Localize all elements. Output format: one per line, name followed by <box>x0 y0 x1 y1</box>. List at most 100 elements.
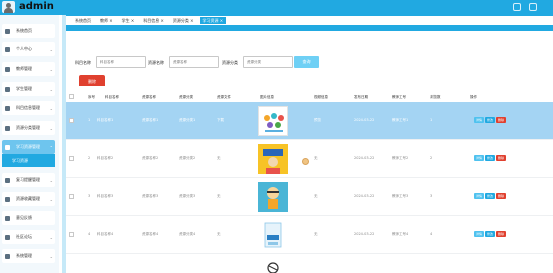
edit-button[interactable]: 修改 <box>485 117 496 123</box>
sidebar-subitem-label: 学习资源 <box>12 157 28 163</box>
chevron-down-icon: ⌄ <box>49 234 53 240</box>
mouse-cursor <box>302 158 309 165</box>
avatar[interactable] <box>2 1 15 13</box>
edit-button[interactable]: 修改 <box>485 193 496 199</box>
cell-date: 2024-03-22 <box>354 118 375 122</box>
cell-file-download-link[interactable]: 下载 <box>217 118 224 123</box>
sidebar-item-system[interactable]: 系统管理 ⌄ <box>2 249 55 263</box>
home-icon[interactable] <box>513 3 521 11</box>
tab-students[interactable]: 学生 × <box>119 17 138 24</box>
table-row[interactable]: 3 科目名称3 资源名称3 资源分类3 无 无 2024-03-22 教师工号3… <box>66 178 553 216</box>
cell-subject: 科目名称4 <box>97 232 114 236</box>
top-header: admin <box>0 0 553 15</box>
sidebar-item-review-reminders[interactable]: 复习提醒管理 ⌄ <box>2 173 55 187</box>
row-checkbox[interactable] <box>69 232 74 237</box>
row-checkbox[interactable] <box>69 118 74 123</box>
sidebar-item-resource-categories[interactable]: 资源分类管理 ⌄ <box>2 121 55 135</box>
edit-button[interactable]: 修改 <box>485 155 496 161</box>
sidebar-item-home[interactable]: 系统首页 <box>2 24 55 38</box>
thumbnail-graphic <box>267 187 279 209</box>
cell-resource: 资源名称1 <box>142 118 159 122</box>
cell-teacher: 教师工号2 <box>392 156 409 160</box>
forum-icon <box>5 234 10 240</box>
cell-file: 无 <box>217 194 221 198</box>
cell-video: 无 <box>314 232 318 236</box>
table-row[interactable]: 2 科目名称2 资源名称2 资源分类2 无 无 2024-03-22 教师工号2… <box>66 140 553 178</box>
resource-thumbnail-image[interactable] <box>258 144 288 174</box>
delete-button[interactable]: 删除 <box>496 117 507 123</box>
tab-teachers[interactable]: 教师 × <box>97 17 116 24</box>
cell-date: 2024-03-22 <box>354 232 375 236</box>
row-actions: 详情 修改 删除 <box>474 193 507 199</box>
resource-thumbnail-image[interactable] <box>258 258 288 273</box>
view-button[interactable]: 详情 <box>474 155 485 161</box>
cell-video-preview-link[interactable]: 预览 <box>314 118 321 123</box>
delete-button[interactable]: 删除 <box>496 231 507 237</box>
column-header-video: 视频信息 <box>314 95 328 99</box>
chevron-down-icon: ⌄ <box>49 196 53 202</box>
resource-table: 序号 科目名称 资源名称 资源分类 资源文件 图片信息 视频信息 发布日期 教师… <box>66 86 553 273</box>
edit-button[interactable]: 修改 <box>485 231 496 237</box>
view-button[interactable]: 详情 <box>474 117 485 123</box>
view-button[interactable]: 详情 <box>474 193 485 199</box>
subject-name-input[interactable] <box>96 56 146 68</box>
cell-category: 资源分类2 <box>179 156 196 160</box>
column-header-views: 浏览数 <box>430 95 441 99</box>
delete-button[interactable]: 删除 <box>496 155 507 161</box>
sidebar-item-forum[interactable]: 社区论坛 ⌄ <box>2 230 55 244</box>
tab-learning-resources[interactable]: 学习资源 × <box>199 17 227 24</box>
sidebar-item-profile[interactable]: 个人中心 ⌄ <box>2 42 55 56</box>
sidebar-item-label: 系统首页 <box>16 28 32 33</box>
query-button[interactable]: 查询 <box>294 56 319 68</box>
subject-name-label: 科目名称 <box>75 60 91 65</box>
cell-category: 资源分类3 <box>179 194 196 198</box>
resource-thumbnail-image[interactable] <box>258 106 288 136</box>
chevron-down-icon: ⌄ <box>49 105 53 111</box>
sidebar-item-label: 教师管理 <box>16 66 32 71</box>
table-row[interactable]: 1 科目名称1 资源名称1 资源分类1 下载 预览 2024-03-22 教师工… <box>66 102 553 140</box>
user-name: admin <box>19 1 54 12</box>
delete-button[interactable]: 删除 <box>496 193 507 199</box>
home-icon <box>5 28 10 34</box>
tab-subjects[interactable]: 科目信息 × <box>140 17 167 24</box>
sidebar-item-favorites[interactable]: 资源收藏管理 ⌄ <box>2 192 55 206</box>
teacher-icon <box>5 66 10 72</box>
resource-thumbnail-image[interactable] <box>258 182 288 212</box>
column-header-date: 发布日期 <box>354 95 368 99</box>
sidebar-item-teachers[interactable]: 教师管理 ⌄ <box>2 62 55 76</box>
sidebar-subitem-learning-resources[interactable]: 学习资源 <box>2 154 55 167</box>
cell-file: 无 <box>217 156 221 160</box>
chevron-down-icon: ⌄ <box>49 177 53 183</box>
tab-home[interactable]: 系统首页 <box>72 17 94 24</box>
cell-index: 4 <box>88 232 91 236</box>
cell-resource: 资源名称4 <box>142 232 159 236</box>
table-row[interactable] <box>66 254 553 273</box>
sidebar-item-learning-resources[interactable]: 学习资源管理 ⌃ <box>2 140 55 154</box>
cell-date: 2024-03-22 <box>354 156 375 160</box>
row-checkbox[interactable] <box>69 156 74 161</box>
folder-icon <box>5 125 10 131</box>
sidebar-item-label: 学习资源管理 <box>16 144 40 149</box>
sidebar-item-feedback[interactable]: 意见反馈 <box>2 211 55 225</box>
student-icon <box>5 86 10 92</box>
cell-teacher: 教师工号3 <box>392 194 409 198</box>
row-checkbox[interactable] <box>69 194 74 199</box>
cell-subject: 科目名称2 <box>97 156 114 160</box>
main-content: 系统首页 教师 × 学生 × 科目信息 × 资源分类 × 学习资源 × 科目名称… <box>62 15 553 273</box>
sidebar-item-subjects[interactable]: 科目信息管理 ⌄ <box>2 101 55 115</box>
column-header-image: 图片信息 <box>260 95 274 99</box>
cell-views: 3 <box>430 194 433 198</box>
column-header-actions: 操作 <box>470 95 477 99</box>
select-all-checkbox[interactable] <box>69 94 74 99</box>
resource-thumbnail-image[interactable] <box>258 220 288 250</box>
logout-icon[interactable] <box>529 3 537 11</box>
cell-views: 4 <box>430 232 433 236</box>
resource-category-input[interactable] <box>243 56 293 68</box>
sidebar-item-students[interactable]: 学生管理 ⌄ <box>2 82 55 96</box>
table-row[interactable]: 4 科目名称4 资源名称4 资源分类4 无 无 2024-03-22 教师工号4… <box>66 216 553 254</box>
tab-resource-categories[interactable]: 资源分类 × <box>170 17 197 24</box>
sidebar-item-label: 学生管理 <box>16 86 32 91</box>
view-button[interactable]: 详情 <box>474 231 485 237</box>
resource-name-input[interactable] <box>169 56 219 68</box>
cell-resource: 资源名称3 <box>142 194 159 198</box>
